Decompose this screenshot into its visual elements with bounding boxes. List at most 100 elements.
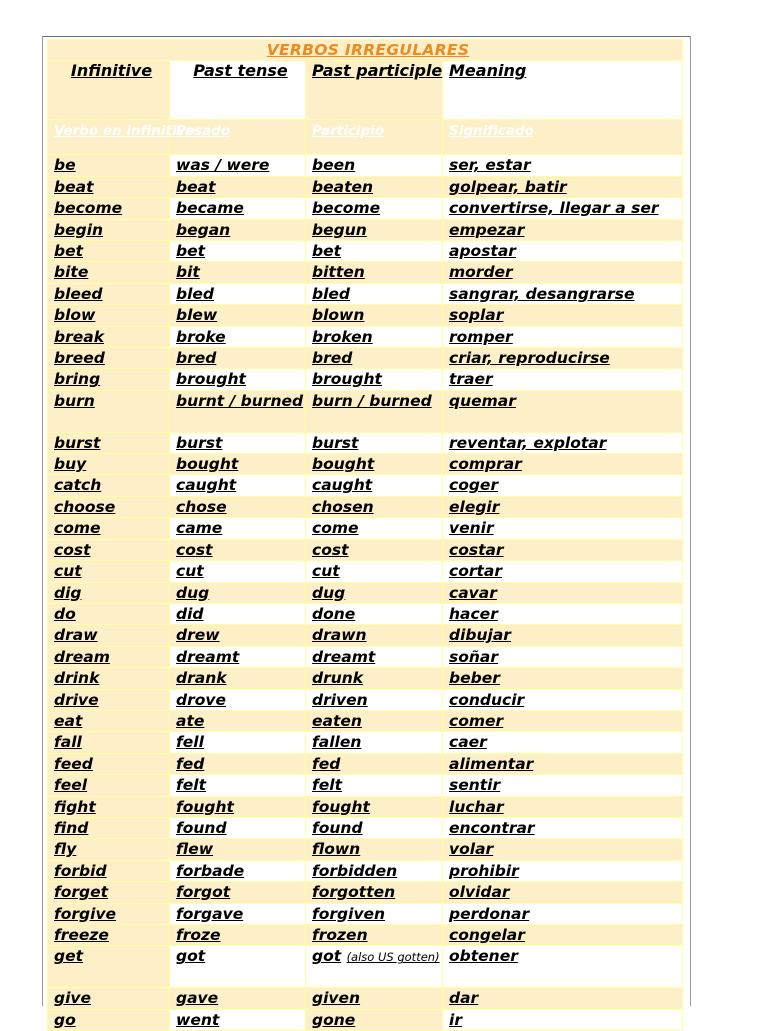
cell-meaning-text: dibujar bbox=[449, 626, 511, 645]
cell-meaning: dibujar bbox=[441, 624, 684, 647]
cell-past-participle-text: brought bbox=[312, 370, 382, 389]
header-label-infinitive: Infinitive bbox=[70, 61, 153, 81]
cell-past-tense-text: drew bbox=[176, 626, 220, 645]
table-row: dig dug dug cavar bbox=[47, 581, 684, 604]
cell-meaning-text: dar bbox=[449, 989, 479, 1008]
cell-past-tense: brought bbox=[169, 368, 306, 391]
cell-past-tense-text: became bbox=[176, 199, 244, 218]
cell-infinitive: find bbox=[47, 816, 170, 840]
cell-past-tense: fed bbox=[169, 752, 306, 776]
cell-past-participle-text: forgiven bbox=[312, 904, 386, 923]
cell-past-participle-text: driven bbox=[312, 690, 368, 709]
table-title-row: VERBOS IRREGULARES bbox=[46, 38, 684, 62]
cell-infinitive-text: beat bbox=[54, 177, 94, 196]
cell-past-participle: fought bbox=[305, 795, 443, 818]
cell-past-tense: bet bbox=[169, 240, 306, 263]
cell-infinitive-text: dream bbox=[54, 647, 110, 666]
header-row-english: Infinitive Past tense Past participle Me… bbox=[47, 60, 684, 121]
cell-meaning-text: morder bbox=[449, 263, 513, 282]
cell-infinitive: eat bbox=[47, 709, 170, 733]
cell-past-tense: drank bbox=[169, 667, 306, 690]
cell-past-participle-text: dreamt bbox=[312, 647, 376, 666]
cell-past-tense: forgave bbox=[169, 902, 306, 926]
cell-past-tense: bought bbox=[169, 453, 306, 476]
cell-meaning-text: caer bbox=[449, 733, 487, 752]
cell-meaning: golpear, batir bbox=[441, 175, 684, 199]
cell-past-tense-text: gave bbox=[176, 989, 219, 1008]
subheader-label-significado: Significado bbox=[449, 123, 534, 140]
cell-meaning-text: comprar bbox=[449, 455, 522, 474]
cell-past-participle: beaten bbox=[305, 175, 443, 199]
header-label-past-participle: Past participle bbox=[312, 61, 443, 81]
cell-past-participle: bitten bbox=[305, 261, 443, 284]
cell-infinitive-text: cost bbox=[54, 540, 91, 559]
cell-infinitive: burn bbox=[47, 389, 170, 433]
cell-infinitive-text: catch bbox=[54, 476, 102, 495]
cell-infinitive-text: freeze bbox=[54, 926, 109, 945]
cell-infinitive: break bbox=[47, 325, 170, 349]
table-row: feed fed fed alimentar bbox=[47, 752, 684, 776]
header-label-meaning: Meaning bbox=[449, 61, 527, 81]
cell-past-tense-text: ate bbox=[176, 711, 205, 730]
table-row: do did done hacer bbox=[47, 602, 684, 626]
table-row: break broke broken romper bbox=[47, 325, 684, 349]
cell-meaning-text: venir bbox=[449, 519, 494, 538]
cell-infinitive-text: fall bbox=[54, 733, 82, 752]
cell-past-tense-text: fell bbox=[176, 733, 204, 752]
cell-infinitive: catch bbox=[47, 474, 170, 497]
cell-past-tense: burnt / burned bbox=[169, 389, 306, 433]
cell-past-participle: blown bbox=[305, 304, 443, 327]
cell-infinitive: freeze bbox=[47, 924, 170, 947]
cell-infinitive-text: burn bbox=[54, 391, 95, 410]
cell-past-participle: burst bbox=[305, 431, 443, 455]
cell-past-participle-text: become bbox=[312, 199, 381, 218]
cell-past-tense-text: bet bbox=[176, 242, 206, 261]
cell-meaning: traer bbox=[441, 368, 684, 391]
cell-meaning-text: olvidar bbox=[449, 883, 510, 902]
cell-past-participle-text: dug bbox=[312, 583, 346, 602]
subheader-verbo-en-infinitivo: Verbo en infinitivo bbox=[47, 119, 195, 156]
cell-past-participle-text: got bbox=[312, 947, 342, 966]
cell-infinitive-text: fly bbox=[54, 840, 77, 859]
cell-past-participle: been bbox=[305, 154, 443, 177]
table-row: bet bet bet apostar bbox=[47, 240, 684, 263]
cell-past-tense: bled bbox=[169, 282, 306, 306]
cell-infinitive: cost bbox=[47, 538, 170, 562]
cell-past-participle: felt bbox=[305, 774, 443, 797]
cell-infinitive: come bbox=[47, 517, 170, 540]
cell-past-tense-text: bought bbox=[176, 455, 239, 474]
cell-meaning: soñar bbox=[441, 645, 684, 669]
cell-meaning-text: sentir bbox=[449, 776, 501, 795]
cell-infinitive: dream bbox=[47, 645, 170, 669]
cell-past-participle-text: blown bbox=[312, 306, 365, 325]
table-row: dream dreamt dreamt soñar bbox=[47, 645, 684, 669]
cell-infinitive: drink bbox=[47, 667, 170, 690]
cell-meaning: caer bbox=[441, 731, 684, 754]
cell-infinitive-text: go bbox=[54, 1010, 76, 1029]
page-right-rule bbox=[690, 36, 691, 1006]
cell-past-tense-text: brought bbox=[176, 370, 246, 389]
cell-meaning: venir bbox=[441, 517, 684, 540]
cell-past-participle: flown bbox=[305, 838, 443, 861]
cell-past-tense: forbade bbox=[169, 859, 306, 883]
cell-meaning: romper bbox=[441, 325, 684, 349]
cell-past-tense: forgot bbox=[169, 881, 306, 904]
cell-past-tense-text: got bbox=[176, 947, 206, 966]
cell-meaning-text: empezar bbox=[449, 220, 525, 239]
cell-infinitive: feed bbox=[47, 752, 170, 776]
cell-past-participle-note: (also US gotten) bbox=[346, 950, 440, 965]
cell-meaning-text: soplar bbox=[449, 306, 504, 325]
cell-past-tense: dug bbox=[169, 581, 306, 604]
cell-past-tense-text: went bbox=[176, 1010, 220, 1029]
cell-past-participle-text: come bbox=[312, 519, 359, 538]
cell-meaning-text: elegir bbox=[449, 497, 500, 516]
cell-infinitive-text: buy bbox=[54, 455, 87, 474]
cell-past-tense: bred bbox=[169, 347, 306, 370]
cell-past-participle: broken bbox=[305, 325, 443, 349]
cell-past-participle-text: frozen bbox=[312, 926, 368, 945]
page-top-rule bbox=[42, 36, 691, 37]
cell-meaning-text: congelar bbox=[449, 926, 525, 945]
cell-meaning-text: traer bbox=[449, 370, 493, 389]
cell-past-tense: bit bbox=[169, 261, 306, 284]
table-row: forgive forgave forgiven perdonar bbox=[47, 902, 684, 926]
